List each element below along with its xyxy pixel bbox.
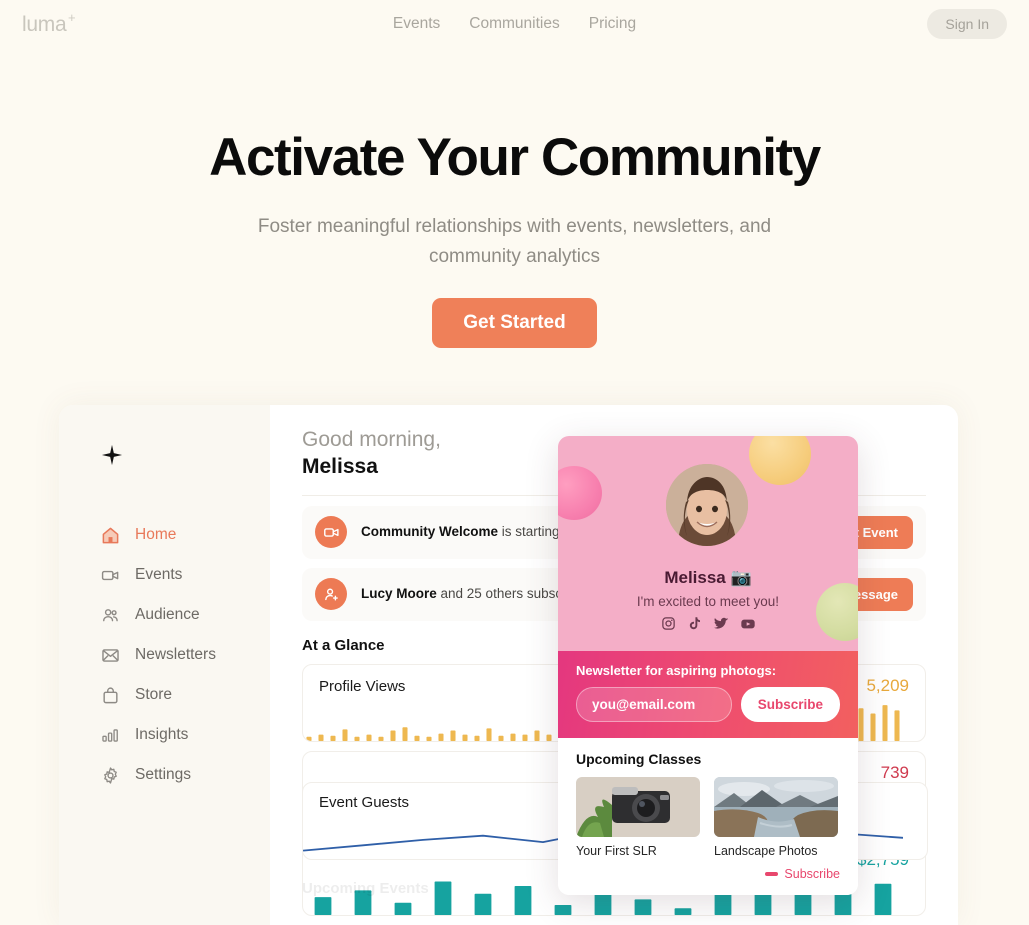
sparkle-icon	[59, 431, 270, 479]
sidebar-label: Settings	[135, 766, 192, 783]
class-item[interactable]: Your First SLR	[576, 777, 700, 858]
sidebar-item-newsletters[interactable]: Newsletters	[59, 635, 270, 675]
landscape-photo	[714, 777, 838, 837]
sidebar-item-store[interactable]: Store	[59, 675, 270, 715]
camera-photo	[576, 777, 700, 837]
hero-title: Activate Your Community	[209, 128, 821, 187]
camera-emoji-icon: 📷	[730, 568, 752, 587]
subscribe-link[interactable]: Subscribe	[576, 867, 840, 881]
profile-name-text: Melissa	[664, 568, 726, 587]
newsletter-form: Subscribe	[576, 687, 840, 722]
add-person-icon	[315, 578, 347, 611]
sidebar-label: Newsletters	[135, 646, 216, 663]
bag-icon	[101, 686, 120, 705]
macaron-pink-decor	[558, 466, 602, 520]
sidebar-label: Store	[135, 686, 173, 703]
stat-value: 5,209	[866, 675, 909, 695]
sidebar-label: Insights	[135, 726, 189, 743]
subscribe-button[interactable]: Subscribe	[740, 687, 840, 722]
subscribe-link-label: Subscribe	[784, 867, 840, 881]
nav-link-pricing[interactable]: Pricing	[589, 15, 636, 33]
home-icon	[101, 526, 120, 545]
twitter-icon[interactable]	[713, 616, 729, 637]
sidebar-label: Home	[135, 526, 177, 543]
sign-in-button[interactable]: Sign In	[927, 9, 1007, 39]
nav-links: Events Communities Pricing	[393, 15, 636, 33]
social-links	[558, 616, 858, 637]
logo-text: luma	[22, 12, 67, 36]
video-camera-icon	[315, 516, 347, 549]
profile-header: Melissa 📷 I'm excited to meet you!	[558, 436, 858, 651]
sidebar-label: Audience	[135, 606, 200, 623]
class-name: Landscape Photos	[714, 844, 818, 858]
hero-subtitle: Foster meaningful relationships with eve…	[257, 216, 772, 267]
sidebar-nav: Home Events Audience Newsletters Store I…	[59, 515, 270, 795]
logo-plus-mark: +	[68, 9, 76, 25]
tiktok-icon[interactable]	[687, 616, 702, 637]
stat-value: 739	[880, 762, 909, 782]
sidebar-item-settings[interactable]: Settings	[59, 755, 270, 795]
stat-label: Profile Views	[319, 677, 406, 695]
video-icon	[101, 566, 120, 585]
profile-name: Melissa 📷	[558, 568, 858, 588]
upcoming-classes: Upcoming Classes Your First SLR Landscap…	[558, 738, 858, 895]
dashboard-sidebar: Home Events Audience Newsletters Store I…	[59, 405, 270, 925]
bar-chart-icon	[101, 726, 120, 745]
alert-title-bold: Lucy Moore	[361, 586, 437, 602]
sidebar-item-audience[interactable]: Audience	[59, 595, 270, 635]
luma-logo[interactable]: luma +	[22, 11, 76, 36]
newsletter-signup: Newsletter for aspiring photogs: Subscri…	[558, 651, 858, 738]
sidebar-label: Events	[135, 566, 183, 583]
sidebar-item-insights[interactable]: Insights	[59, 715, 270, 755]
nav-link-communities[interactable]: Communities	[469, 15, 559, 33]
alert-title-bold: Community Welcome	[361, 524, 499, 540]
newsletter-title: Newsletter for aspiring photogs:	[576, 663, 777, 678]
class-name: Your First SLR	[576, 844, 657, 858]
class-item[interactable]: Landscape Photos	[714, 777, 838, 858]
email-input[interactable]	[576, 687, 732, 722]
gear-icon	[101, 766, 120, 785]
profile-preview-card: Melissa 📷 I'm excited to meet you! Newsl…	[558, 436, 858, 895]
envelope-icon	[101, 646, 120, 665]
avatar	[666, 464, 748, 546]
top-navigation: luma + Events Communities Pricing Sign I…	[0, 0, 1029, 48]
stat-label: Event Guests	[319, 794, 410, 811]
macaron-yellow-decor	[749, 436, 811, 485]
nav-link-events[interactable]: Events	[393, 15, 440, 33]
sidebar-item-home[interactable]: Home	[59, 515, 270, 555]
profile-tagline: I'm excited to meet you!	[636, 594, 780, 609]
upcoming-events-title: Upcoming Events	[302, 880, 429, 897]
upcoming-classes-title: Upcoming Classes	[576, 751, 702, 767]
dash-icon	[765, 872, 779, 876]
youtube-icon[interactable]	[740, 616, 756, 637]
people-icon	[101, 606, 120, 625]
class-list: Your First SLR Landscape Photos	[576, 777, 840, 858]
hero-section: Activate Your Community Foster meaningfu…	[0, 128, 1029, 349]
sidebar-item-events[interactable]: Events	[59, 555, 270, 595]
get-started-button[interactable]: Get Started	[432, 298, 597, 349]
instagram-icon[interactable]	[661, 616, 676, 637]
